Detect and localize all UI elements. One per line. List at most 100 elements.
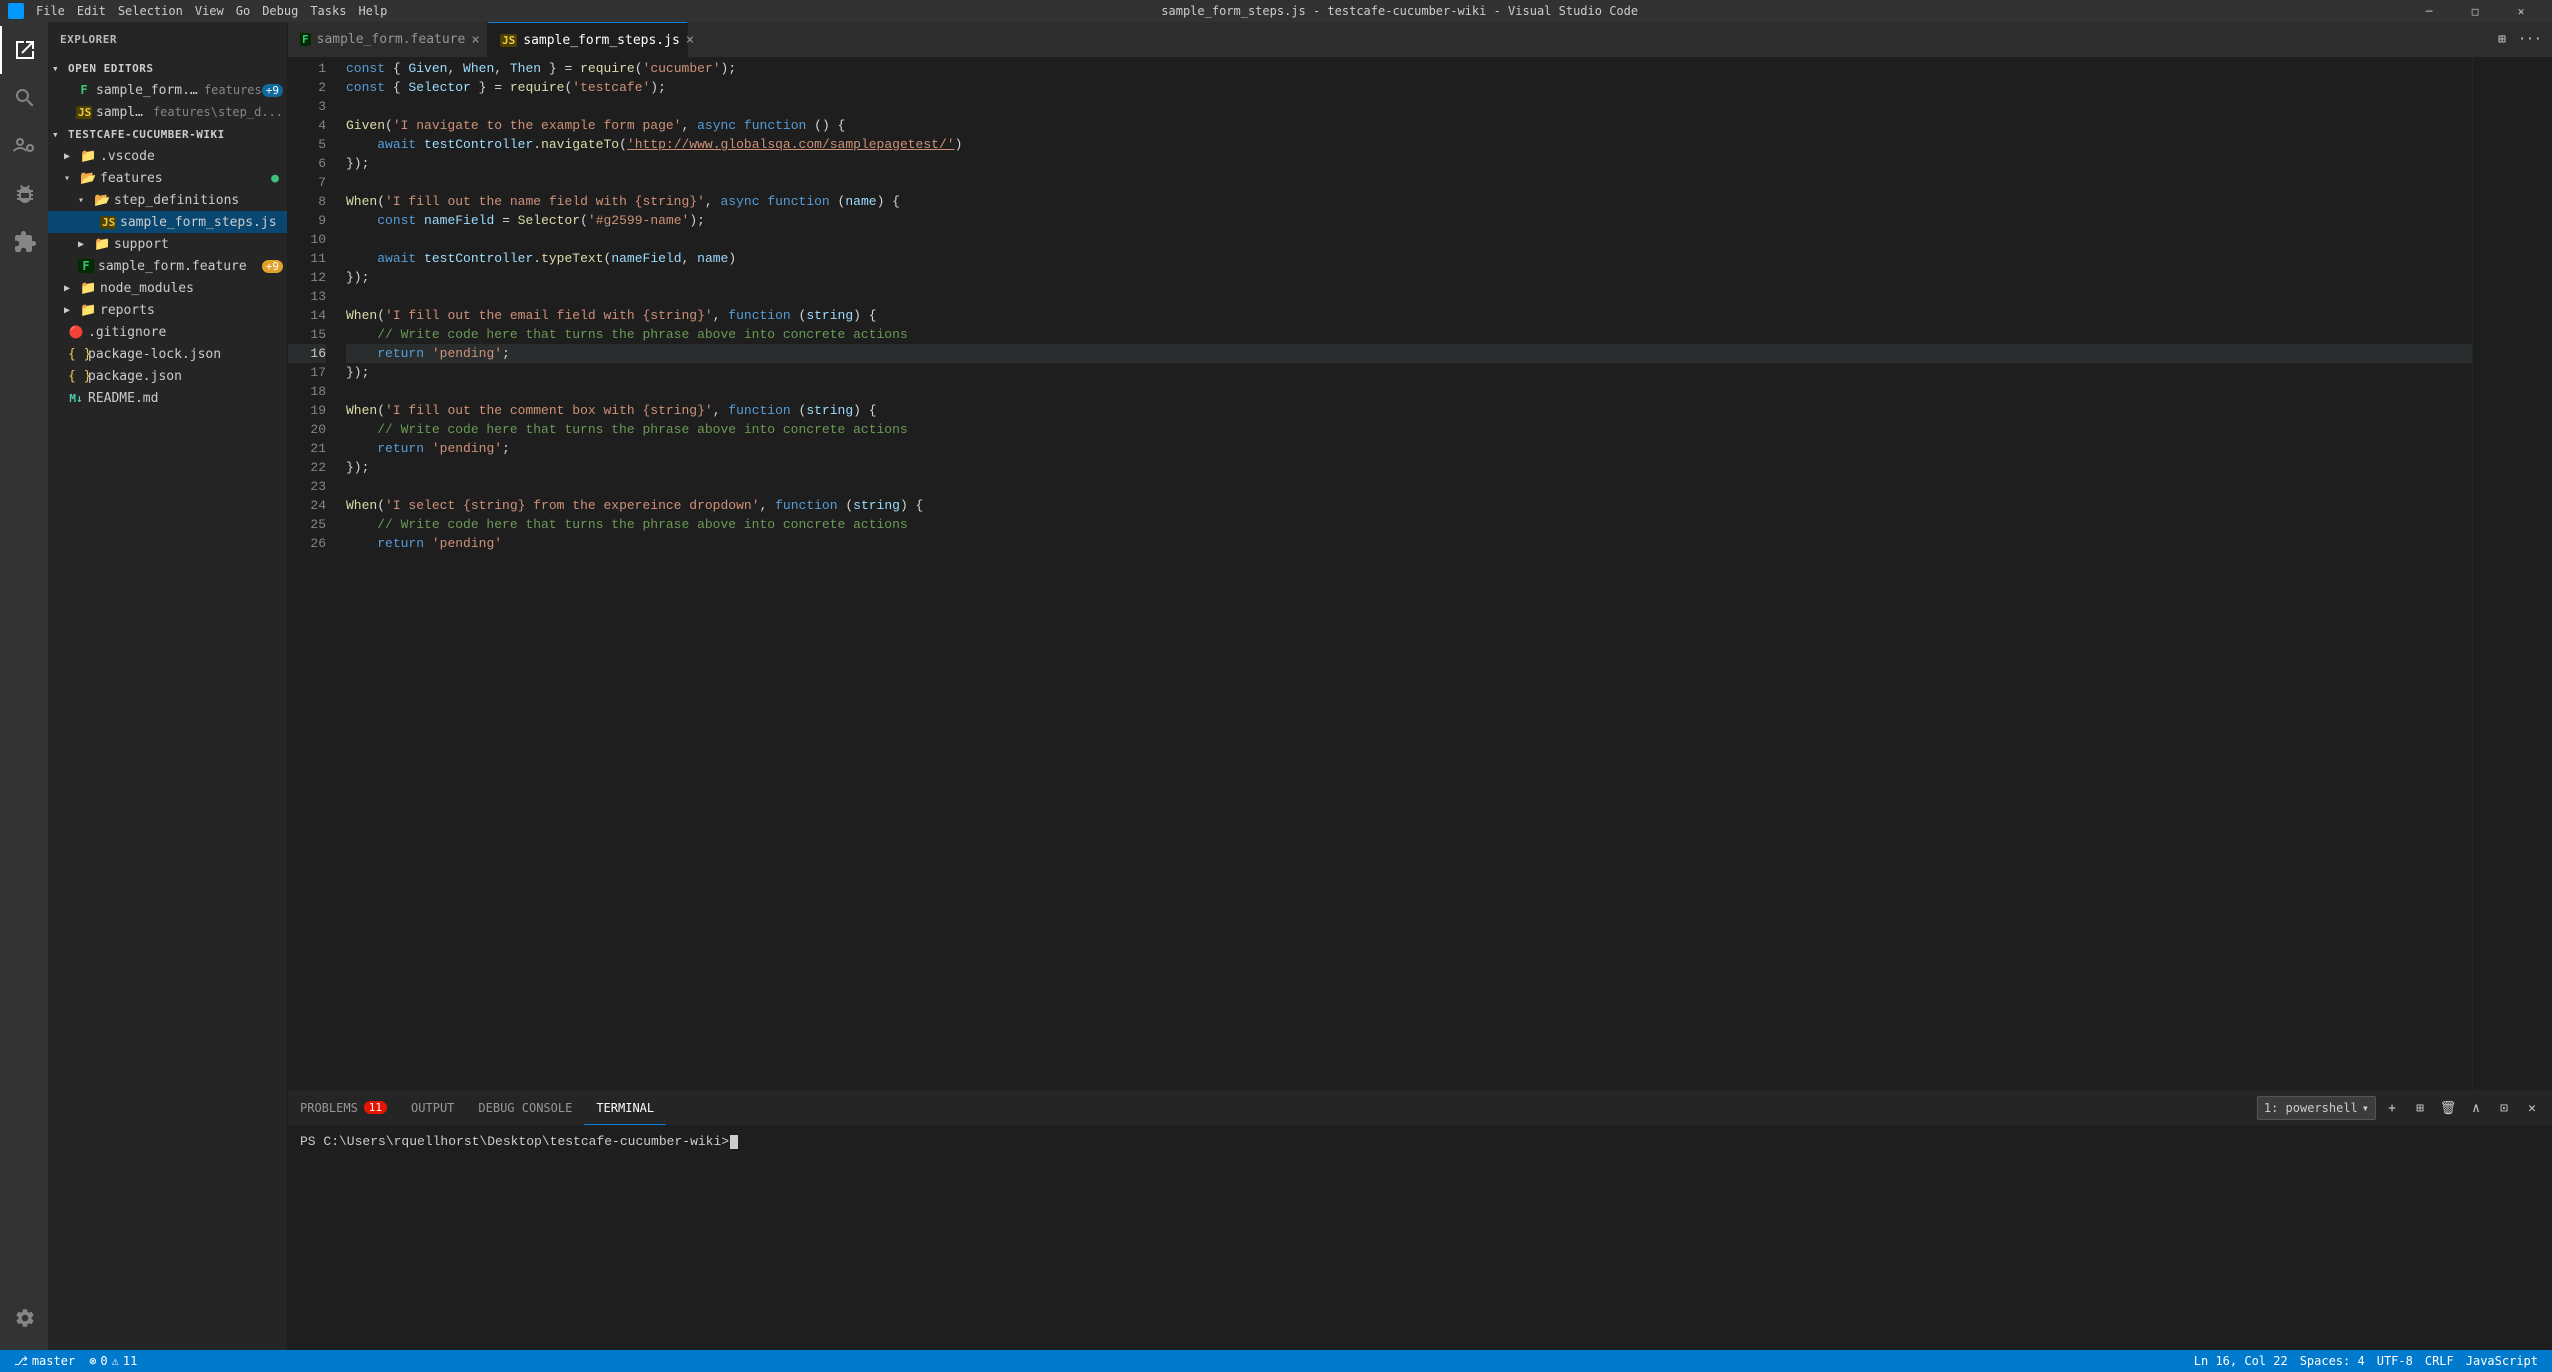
activity-source-control[interactable] [0, 122, 48, 170]
tab-feature-close[interactable]: × [471, 31, 479, 49]
editor[interactable]: 12345 678910 1112131415 1617181920 21222… [288, 57, 2552, 1090]
reports-chevron: ▶ [64, 305, 80, 316]
title-bar-menu-edit[interactable]: Edit [71, 4, 112, 18]
open-editor-feature[interactable]: F sample_form.feature features +9 [48, 79, 287, 101]
tab-feature[interactable]: F sample_form.feature × [288, 22, 488, 57]
expand-panel-btn[interactable]: ∧ [2464, 1096, 2488, 1120]
code-line-18 [346, 382, 2472, 401]
open-editor-steps-path: features\step_d... [153, 105, 283, 119]
status-language-label: JavaScript [2466, 1354, 2538, 1368]
tab-steps-close[interactable]: × [686, 31, 694, 49]
tree-package-lock[interactable]: { } package-lock.json [48, 343, 287, 365]
support-label: support [114, 237, 169, 252]
window-controls: ─ □ ✕ [2406, 0, 2544, 22]
minimap [2472, 57, 2552, 1090]
tree-support[interactable]: ▶ 📁 support [48, 233, 287, 255]
features-modified-badge: ● [271, 171, 279, 186]
title-bar-menu-file[interactable]: File [30, 4, 71, 18]
title-bar-menu-go[interactable]: Go [230, 4, 256, 18]
tree-node-modules[interactable]: ▶ 📁 node_modules [48, 277, 287, 299]
tab-debug-console[interactable]: DEBUG CONSOLE [466, 1091, 584, 1125]
code-line-20: // Write code here that turns the phrase… [346, 420, 2472, 439]
tab-feature-icon: F [300, 33, 311, 46]
status-line-col[interactable]: Ln 16, Col 22 [2188, 1350, 2294, 1372]
tab-terminal[interactable]: TERMINAL [584, 1091, 666, 1125]
trash-terminal-btn[interactable]: 🗑 [2436, 1096, 2460, 1120]
warning-icon: ⚠ [112, 1354, 119, 1368]
status-git[interactable]: ⎇ master [8, 1350, 81, 1372]
tab-problems[interactable]: PROBLEMS 11 [288, 1091, 399, 1125]
debug-console-label: DEBUG CONSOLE [478, 1101, 572, 1115]
more-tab-actions-btn[interactable]: ··· [2516, 26, 2544, 54]
tree-package-json[interactable]: { } package.json [48, 365, 287, 387]
status-encoding[interactable]: UTF-8 [2371, 1350, 2419, 1372]
activity-bar [0, 22, 48, 1350]
tree-sample-steps-label: sample_form_steps.js [120, 215, 277, 230]
activity-search[interactable] [0, 74, 48, 122]
status-errors[interactable]: ⊗ 0 ⚠ 11 [83, 1350, 143, 1372]
node-modules-chevron: ▶ [64, 283, 80, 294]
maximize-panel-btn[interactable]: ⊡ [2492, 1096, 2516, 1120]
title-bar-menu-tasks[interactable]: Tasks [304, 4, 352, 18]
activity-extensions[interactable] [0, 218, 48, 266]
open-editors-section[interactable]: ▾ OPEN EDITORS [48, 57, 287, 79]
split-terminal-btn[interactable]: ⊞ [2408, 1096, 2432, 1120]
tree-step-definitions[interactable]: ▾ 📂 step_definitions [48, 189, 287, 211]
vscode-chevron: ▶ [64, 151, 80, 162]
step-defs-chevron: ▾ [78, 195, 94, 206]
minimize-button[interactable]: ─ [2406, 0, 2452, 22]
terminal-cursor [730, 1135, 738, 1149]
status-eol[interactable]: CRLF [2419, 1350, 2460, 1372]
gitignore-icon: 🔴 [68, 325, 84, 339]
js-icon: JS [76, 106, 92, 119]
tree-gitignore[interactable]: 🔴 .gitignore [48, 321, 287, 343]
status-bar: ⎇ master ⊗ 0 ⚠ 11 Ln 16, Col 22 Spaces: … [0, 1350, 2552, 1372]
tree-sample-feature[interactable]: F sample_form.feature +9 [48, 255, 287, 277]
code-area[interactable]: const { Given, When, Then } = require('c… [338, 57, 2472, 1090]
terminal-label: TERMINAL [596, 1101, 654, 1115]
code-line-11: await testController.typeText(nameField,… [346, 249, 2472, 268]
activity-debug[interactable] [0, 170, 48, 218]
tab-steps-label: sample_form_steps.js [523, 33, 680, 48]
minimap-canvas [2473, 57, 2552, 1090]
status-eol-label: CRLF [2425, 1354, 2454, 1368]
activity-explorer[interactable] [0, 26, 48, 74]
open-editor-steps[interactable]: JS sample_form_steps.js features\step_d.… [48, 101, 287, 123]
tree-readme[interactable]: M↓ README.md [48, 387, 287, 409]
step-defs-folder-icon: 📂 [94, 193, 110, 208]
title-bar-menu-selection[interactable]: Selection [112, 4, 189, 18]
terminal-selector[interactable]: 1: powershell ▾ [2257, 1096, 2376, 1120]
project-chevron: ▾ [52, 128, 68, 141]
tab-steps[interactable]: JS sample_form_steps.js × [488, 22, 688, 57]
project-label: TESTCAFE-CUCUMBER-WIKI [68, 128, 225, 141]
tree-reports[interactable]: ▶ 📁 reports [48, 299, 287, 321]
title-bar-menu-help[interactable]: Help [352, 4, 393, 18]
status-spaces[interactable]: Spaces: 4 [2294, 1350, 2371, 1372]
split-editor-btn[interactable]: ⊞ [2488, 26, 2516, 54]
tree-vscode[interactable]: ▶ 📁 .vscode [48, 145, 287, 167]
settings-icon[interactable] [0, 1294, 48, 1342]
tab-output[interactable]: OUTPUT [399, 1091, 466, 1125]
title-bar-menu-debug[interactable]: Debug [256, 4, 304, 18]
new-terminal-btn[interactable]: + [2380, 1096, 2404, 1120]
content-area: Explorer ▾ OPEN EDITORS F sample_form.fe… [0, 22, 2552, 1350]
sidebar-title: Explorer [48, 22, 287, 57]
problems-badge: 11 [364, 1101, 387, 1114]
project-section[interactable]: ▾ TESTCAFE-CUCUMBER-WIKI [48, 123, 287, 145]
status-spaces-label: Spaces: 4 [2300, 1354, 2365, 1368]
maximize-button[interactable]: □ [2452, 0, 2498, 22]
close-panel-btn[interactable]: ✕ [2520, 1096, 2544, 1120]
terminal-selector-chevron: ▾ [2362, 1101, 2369, 1115]
sidebar-content: ▾ OPEN EDITORS F sample_form.feature fea… [48, 57, 287, 1350]
tree-sample-steps-js[interactable]: JS sample_form_steps.js [48, 211, 287, 233]
status-language[interactable]: JavaScript [2460, 1350, 2544, 1372]
code-line-13 [346, 287, 2472, 306]
error-icon: ⊗ [89, 1354, 96, 1368]
title-bar: File Edit Selection View Go Debug Tasks … [0, 0, 2552, 22]
tree-features[interactable]: ▾ 📂 features ● [48, 167, 287, 189]
close-button[interactable]: ✕ [2498, 0, 2544, 22]
title-bar-menu-view[interactable]: View [189, 4, 230, 18]
tab-actions: ⊞ ··· [2480, 22, 2552, 57]
code-line-14: When('I fill out the email field with {s… [346, 306, 2472, 325]
code-line-2: const { Selector } = require('testcafe')… [346, 78, 2472, 97]
